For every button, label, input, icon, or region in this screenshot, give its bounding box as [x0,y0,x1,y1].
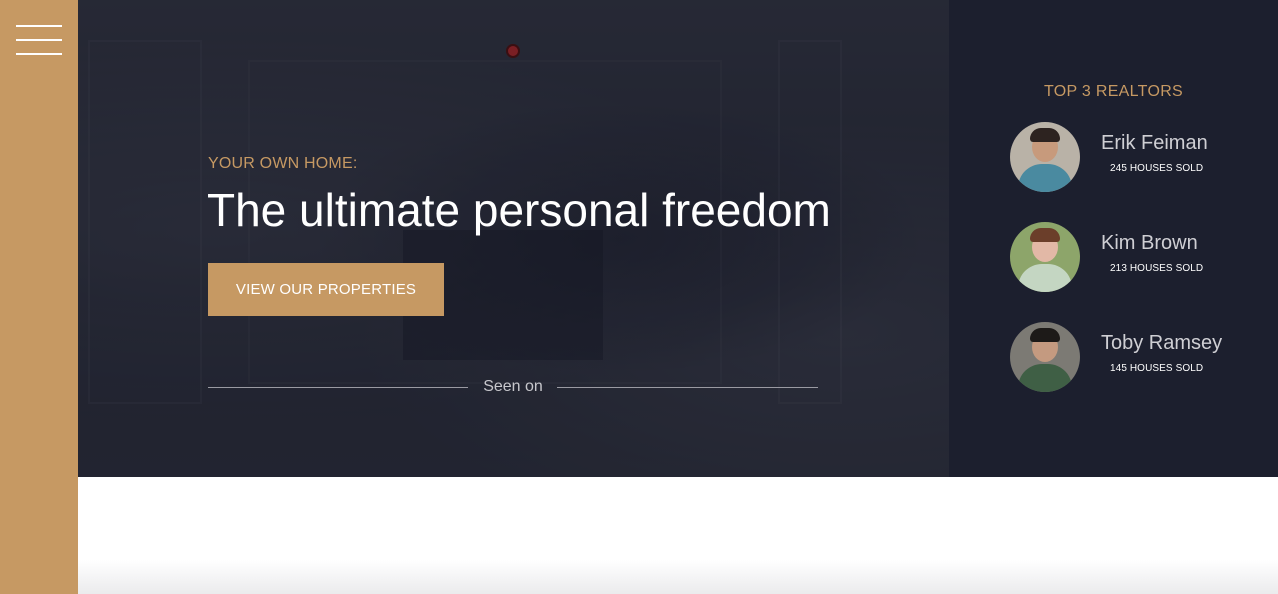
view-properties-button[interactable]: VIEW OUR PROPERTIES [208,263,444,316]
realtor-houses-sold: 213 HOUSES SOLD [1110,263,1204,274]
hero-title: The ultimate personal freedom [207,184,831,236]
seen-on-label: Seen on [483,378,543,395]
sidebar [0,0,78,594]
realtor-item[interactable]: Toby Ramsey 145 HOUSES SOLD [1010,322,1270,392]
divider-left [208,387,468,388]
realtor-name[interactable]: Kim Brown [1101,232,1198,255]
realtor-houses-sold: 145 HOUSES SOLD [1110,363,1204,374]
realtor-name[interactable]: Toby Ramsey [1101,332,1222,355]
avatar[interactable] [1010,322,1080,392]
hero-header [78,0,949,477]
realtor-item[interactable]: Erik Feiman 245 HOUSES SOLD [1010,122,1270,192]
realtor-name[interactable]: Erik Feiman [1101,132,1208,155]
hamburger-menu-icon[interactable] [16,25,62,57]
logo-icon[interactable] [506,44,520,58]
hero-subtitle: YOUR OWN HOME: [208,155,358,172]
divider-right [557,387,818,388]
avatar[interactable] [1010,122,1080,192]
realtor-houses-sold: 245 HOUSES SOLD [1110,163,1204,174]
realtor-item[interactable]: Kim Brown 213 HOUSES SOLD [1010,222,1270,292]
top-realtors-panel: TOP 3 REALTORS Erik Feiman 245 HOUSES SO… [949,0,1278,477]
avatar[interactable] [1010,222,1080,292]
realtors-title: TOP 3 REALTORS [1043,83,1184,100]
